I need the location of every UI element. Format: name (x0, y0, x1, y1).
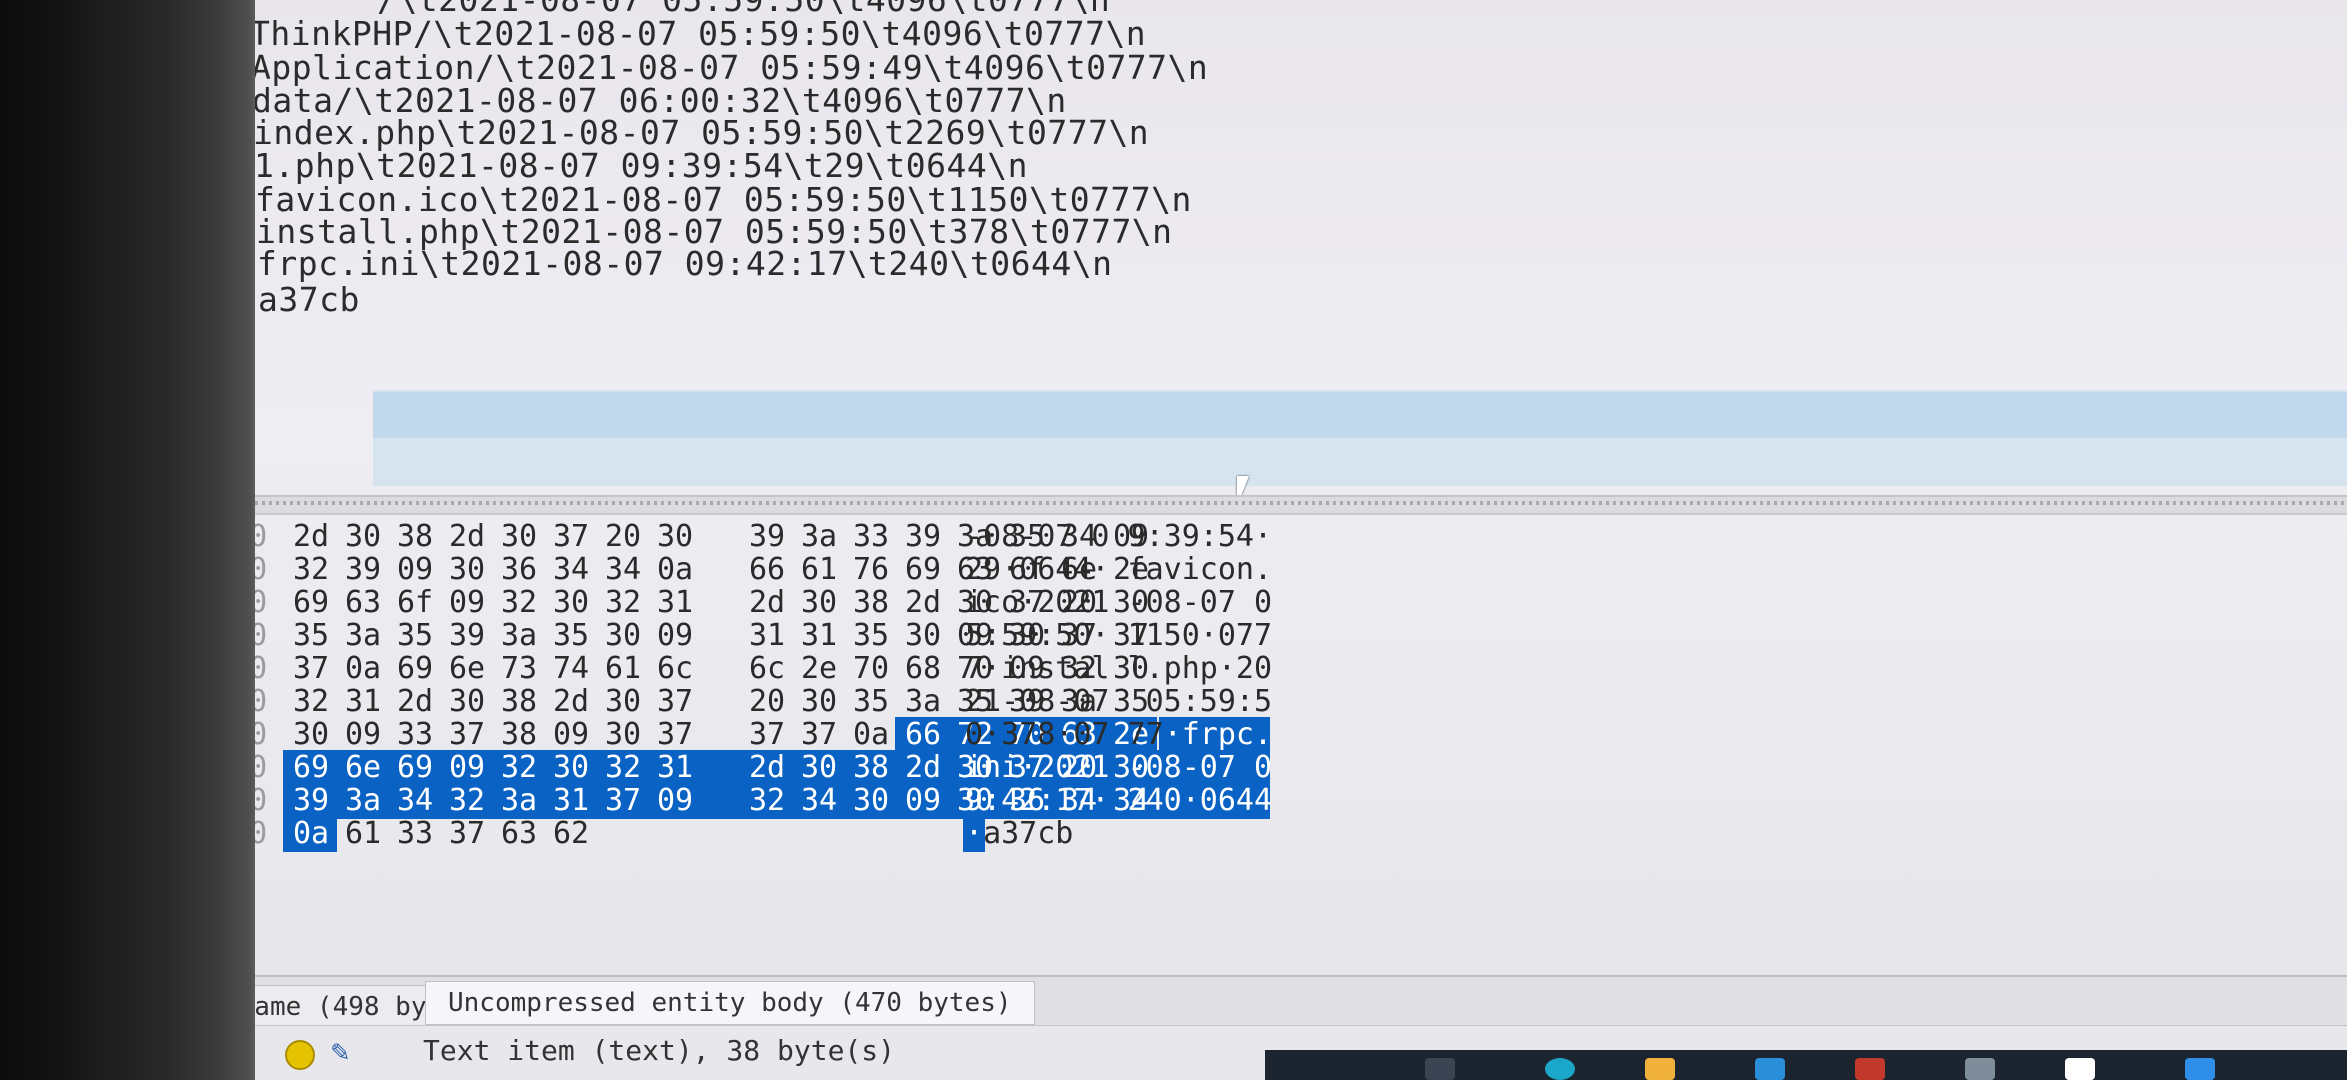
text-line-9[interactable]: a37cb (258, 280, 360, 320)
monitor-bezel (0, 0, 260, 1080)
taskbar-folder-icon[interactable] (1645, 1058, 1675, 1080)
hex-ascii-text[interactable]: ·a37cb (965, 814, 1073, 854)
wireshark-window: /\t2021-08-07 05:59:50\t4096\t0777\n Thi… (255, 0, 2347, 1080)
taskbar-feather-icon[interactable] (2185, 1058, 2215, 1080)
hex-byte[interactable]: 63 (493, 814, 545, 854)
hex-byte[interactable]: 62 (545, 814, 597, 854)
hex-byte[interactable]: 0a (285, 814, 337, 854)
hex-byte[interactable]: 37 (441, 814, 493, 854)
taskbar-edge-icon[interactable] (1545, 1058, 1575, 1080)
text-line-8[interactable]: frpc.ini\t2021-08-07 09:42:17\t240\t0644… (257, 244, 1112, 284)
selected-line-highlight (373, 392, 2347, 438)
taskbar-network-icon[interactable] (2065, 1058, 2095, 1080)
packet-bytes-text-pane: /\t2021-08-07 05:59:50\t4096\t0777\n Thi… (255, 0, 2347, 506)
taskbar-app-icon[interactable] (1425, 1058, 1455, 1080)
expert-info-indicator-icon[interactable] (285, 1040, 315, 1070)
taskbar-tool-icon[interactable] (1965, 1058, 1995, 1080)
taskbar-red-app-icon[interactable] (1855, 1058, 1885, 1080)
tab-uncompressed-entity-body[interactable]: Uncompressed entity body (470 bytes) (425, 981, 1035, 1025)
hex-byte[interactable]: 33 (389, 814, 441, 854)
edit-comment-icon[interactable]: ✎ (331, 1034, 349, 1069)
hex-row[interactable]: 01d0 0a6133376362 ·a37cb (255, 814, 2347, 854)
os-taskbar (1265, 1050, 2347, 1080)
pane-splitter-grip (255, 501, 2347, 505)
taskbar-store-icon[interactable] (1755, 1058, 1785, 1080)
hex-dump-pane[interactable]: 01402d30382d30372030393a33393a353409-08-… (255, 513, 2347, 975)
hex-offset: 01d0 (255, 816, 268, 851)
status-text: Text item (text), 38 byte(s) (423, 1034, 896, 1067)
pane-splitter[interactable] (255, 495, 2347, 515)
bytes-tab-bar: Frame (498 bytes) Uncompressed entity bo… (255, 975, 2347, 1029)
hex-byte[interactable]: 61 (337, 814, 389, 854)
